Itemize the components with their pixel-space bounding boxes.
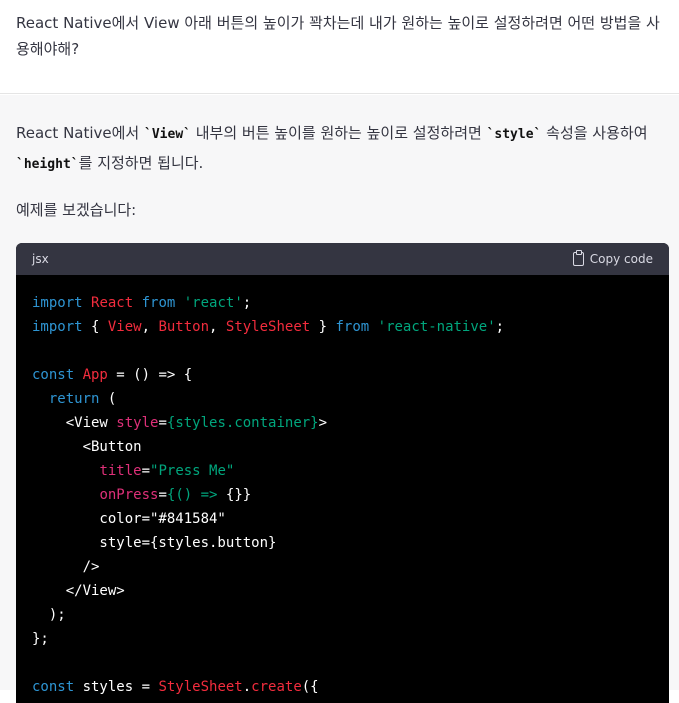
code-token: from (141, 295, 184, 311)
code-token: 'react-native' (377, 319, 496, 335)
code-token: View (107, 319, 142, 335)
code-token: return (48, 391, 100, 407)
code-token: Button (158, 319, 210, 335)
p1-text-b: 내부의 버튼 높이를 원하는 높이로 설정하려면 (190, 124, 487, 142)
code-line: style={styles.button} (32, 531, 653, 555)
inline-code-height: `height` (16, 157, 79, 172)
code-token: StyleSheet (225, 319, 311, 335)
assistant-paragraph-2: 예제를 보겠습니다: (16, 201, 137, 219)
code-token: = (158, 415, 167, 431)
code-token: ({ (301, 679, 319, 695)
code-token: > (318, 415, 328, 431)
code-token: onPress (99, 487, 159, 503)
inline-code-view: `View` (144, 127, 191, 142)
code-token: create (251, 679, 302, 695)
code-token: import (32, 295, 92, 311)
code-token: , (209, 319, 226, 335)
code-line: const App = () => { (32, 363, 653, 387)
code-line: return ( (32, 387, 653, 411)
code-token: title (99, 463, 142, 479)
code-line: import { View, Button, StyleSheet } from… (32, 315, 653, 339)
p1-text-c: 속성을 사용하여 (541, 124, 648, 142)
code-token: = () => { (107, 367, 193, 383)
code-token: {styles.container} (166, 415, 319, 431)
inline-code-style: `style` (486, 127, 542, 142)
code-token: "Press Me" (150, 463, 235, 479)
code-token: </View> (32, 583, 125, 599)
code-token: /> (32, 559, 100, 575)
code-token: { (91, 319, 108, 335)
code-token: <Button (32, 439, 142, 455)
code-token: from (335, 319, 378, 335)
code-token: {() => (166, 487, 226, 503)
user-message-text: React Native에서 View 아래 버튼의 높이가 꽉차는데 내가 원… (16, 14, 660, 58)
user-message: React Native에서 View 아래 버튼의 높이가 꽉차는데 내가 원… (0, 0, 679, 94)
code-token: ; (242, 295, 252, 311)
assistant-message: React Native에서 `View` 내부의 버튼 높이를 원하는 높이로… (0, 95, 679, 703)
code-token: const (32, 679, 83, 695)
code-line: onPress={() => {}} (32, 483, 653, 507)
code-token: App (82, 367, 108, 383)
code-token: , (141, 319, 159, 335)
code-token: ; (495, 319, 505, 335)
code-token: import (32, 319, 92, 335)
code-token: React (91, 295, 142, 311)
code-line: color="#841584" (32, 507, 653, 531)
code-block-header: jsx Copy code (16, 243, 669, 275)
code-token: style (116, 415, 159, 431)
code-line: const styles = StyleSheet.create({ (32, 675, 653, 699)
code-line: <Button (32, 435, 653, 459)
code-line: title="Press Me" (32, 459, 653, 483)
code-line: /> (32, 555, 653, 579)
copy-code-label: Copy code (589, 252, 653, 266)
p1-text-d: 를 지정하면 됩니다. (78, 154, 204, 172)
code-token: }; (32, 631, 49, 647)
code-line: import React from 'react'; (32, 291, 653, 315)
code-token: ); (32, 607, 66, 623)
code-token: styles = (82, 679, 159, 695)
code-content: import React from 'react'; import { View,… (16, 275, 669, 703)
code-token: StyleSheet (158, 679, 243, 695)
assistant-paragraph-1: React Native에서 `View` 내부의 버튼 높이를 원하는 높이로… (16, 119, 666, 179)
code-block: jsx Copy code import React from 'react';… (16, 243, 669, 703)
code-line: ); (32, 603, 653, 627)
code-token: 'react' (183, 295, 243, 311)
code-line: }; (32, 627, 653, 651)
code-token: {}} (225, 487, 252, 503)
code-line: </View> (32, 579, 653, 603)
code-language-label: jsx (32, 252, 49, 266)
code-token: ( (99, 391, 117, 407)
code-token: style={styles.button} (32, 535, 277, 551)
code-token: const (32, 367, 83, 383)
code-line: <View style={styles.container}> (32, 411, 653, 435)
p1-text-a: React Native에서 (16, 124, 145, 142)
code-token: } (310, 319, 336, 335)
code-token: <View (32, 415, 117, 431)
copy-code-button[interactable]: Copy code (572, 250, 653, 266)
code-token: = (141, 463, 151, 479)
code-token: = (158, 487, 167, 503)
code-token: . (242, 679, 252, 695)
clipboard-icon (572, 250, 584, 266)
code-token: color="#841584" (32, 511, 226, 527)
